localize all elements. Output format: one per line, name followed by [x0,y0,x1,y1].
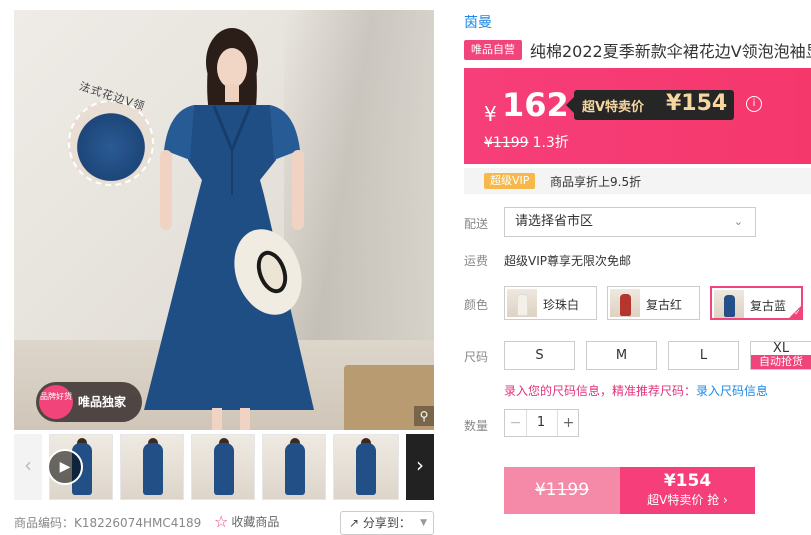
star-icon: ☆ [214,512,229,531]
color-option-pearl-white[interactable]: 珍珠白 [504,286,597,320]
thumbnail[interactable] [191,434,255,500]
info-icon[interactable]: i [746,96,762,112]
quantity-increase-button[interactable]: + [557,410,579,436]
product-title: 纯棉2022夏季新款伞裙花边V领泡泡袖显 [530,42,811,61]
discount-rate: 1.3折 [532,135,569,151]
chevron-down-icon: ⌄ [733,215,743,228]
price-panel: ¥ 162 超V特卖价 ¥154 i ¥1199 1.3折 [464,68,811,164]
vip-benefit-row: 超级VIP 商品享折上9.5折 [464,168,811,194]
color-name: 珍珠白 [543,298,580,312]
color-swatch [610,289,640,317]
auto-rush-tag: 自动抢货 [751,355,811,369]
super-vip-tag: 超级VIP [484,173,536,189]
share-icon: ↗ [349,516,363,530]
color-name: 复古蓝 [750,299,787,313]
selected-check-icon [787,304,803,320]
product-code: 商品编码：K18226074HMC4189 [14,516,202,530]
color-swatch [714,290,744,318]
freight-label: 运费 [464,254,489,268]
buy-label: 超V特卖价 抢 › [647,493,728,507]
freight-text: 超级VIP尊享无限次免邮 [504,254,631,268]
buy-now-button[interactable]: ¥154 超V特卖价 抢 › [620,467,755,514]
size-info-text: 录入您的尺码信息，精准推荐尺码： [504,384,697,398]
svip-price: ¥154 [666,91,728,116]
thumb-next-button[interactable]: › [406,434,434,500]
share-dropdown[interactable]: ↗ 分享到： ▼ [340,511,434,535]
region-select[interactable]: 请选择省市区 ⌄ [504,207,756,237]
exclusive-badge: 品牌好货 唯品独家 [36,382,142,422]
size-info-row: 录入您的尺码信息，精准推荐尺码：录入尺码信息 [504,382,768,399]
quantity-value[interactable]: 1 [527,410,555,436]
play-icon[interactable]: ▶ [47,449,83,485]
share-label: 分享到： [362,516,411,530]
brand-goods-seal: 品牌好货 [39,385,73,419]
current-price: 162 [502,86,569,124]
svip-price-pill: 超V特卖价 ¥154 [566,90,734,120]
product-page: 法式花边V领 品牌好货 唯品独家 ⚲ ‹ › ▶ 商品编码：K18226074H… [0,0,811,535]
size-option-l[interactable]: L [668,341,739,370]
thumbnail[interactable] [262,434,326,500]
favorite-button[interactable]: ☆ 收藏商品 [214,512,279,531]
chevron-down-icon: ▼ [420,518,427,528]
color-label: 颜色 [464,298,489,312]
color-option-retro-blue[interactable]: 复古蓝 [710,286,803,320]
buy-original-price: ¥1199 [534,480,590,500]
original-price-row: ¥1199 1.3折 [484,132,569,152]
quantity-decrease-button[interactable]: − [505,410,527,436]
exclusive-badge-text: 唯品独家 [78,395,127,409]
main-product-image[interactable]: 法式花边V领 品牌好货 唯品独家 ⚲ [14,10,434,430]
svip-label: 超V特卖价 [582,100,645,115]
vip-benefit-text: 商品享折上9.5折 [550,175,642,189]
favorite-label: 收藏商品 [231,515,280,529]
thumbnail[interactable] [120,434,184,500]
original-price-button[interactable]: ¥1199 [504,467,620,514]
thumb-prev-button[interactable]: ‹ [14,434,42,500]
model-illustration [144,28,314,430]
size-info-link[interactable]: 录入尺码信息 [696,384,768,398]
delivery-label: 配送 [464,217,489,231]
quantity-label: 数量 [464,419,489,433]
color-name: 复古红 [646,298,683,312]
buy-price: ¥154 [663,471,712,491]
quantity-stepper: − 1 + [504,409,579,437]
size-option-xl[interactable]: XL 自动抢货 [750,341,811,370]
self-operated-tag: 唯品自营 [464,40,522,60]
currency-symbol: ¥ [484,102,497,126]
color-swatch [507,289,537,317]
magnifier-icon[interactable]: ⚲ [414,406,434,426]
size-label: 尺码 [464,350,489,364]
size-option-m[interactable]: M [586,341,657,370]
size-option-xl-label: XL [772,341,790,356]
color-option-retro-red[interactable]: 复古红 [607,286,700,320]
brand-link[interactable]: 茵曼 [464,12,492,32]
size-option-s[interactable]: S [504,341,575,370]
original-price: ¥1199 [484,135,529,151]
region-select-value: 请选择省市区 [515,214,594,229]
thumbnail[interactable] [333,434,399,500]
